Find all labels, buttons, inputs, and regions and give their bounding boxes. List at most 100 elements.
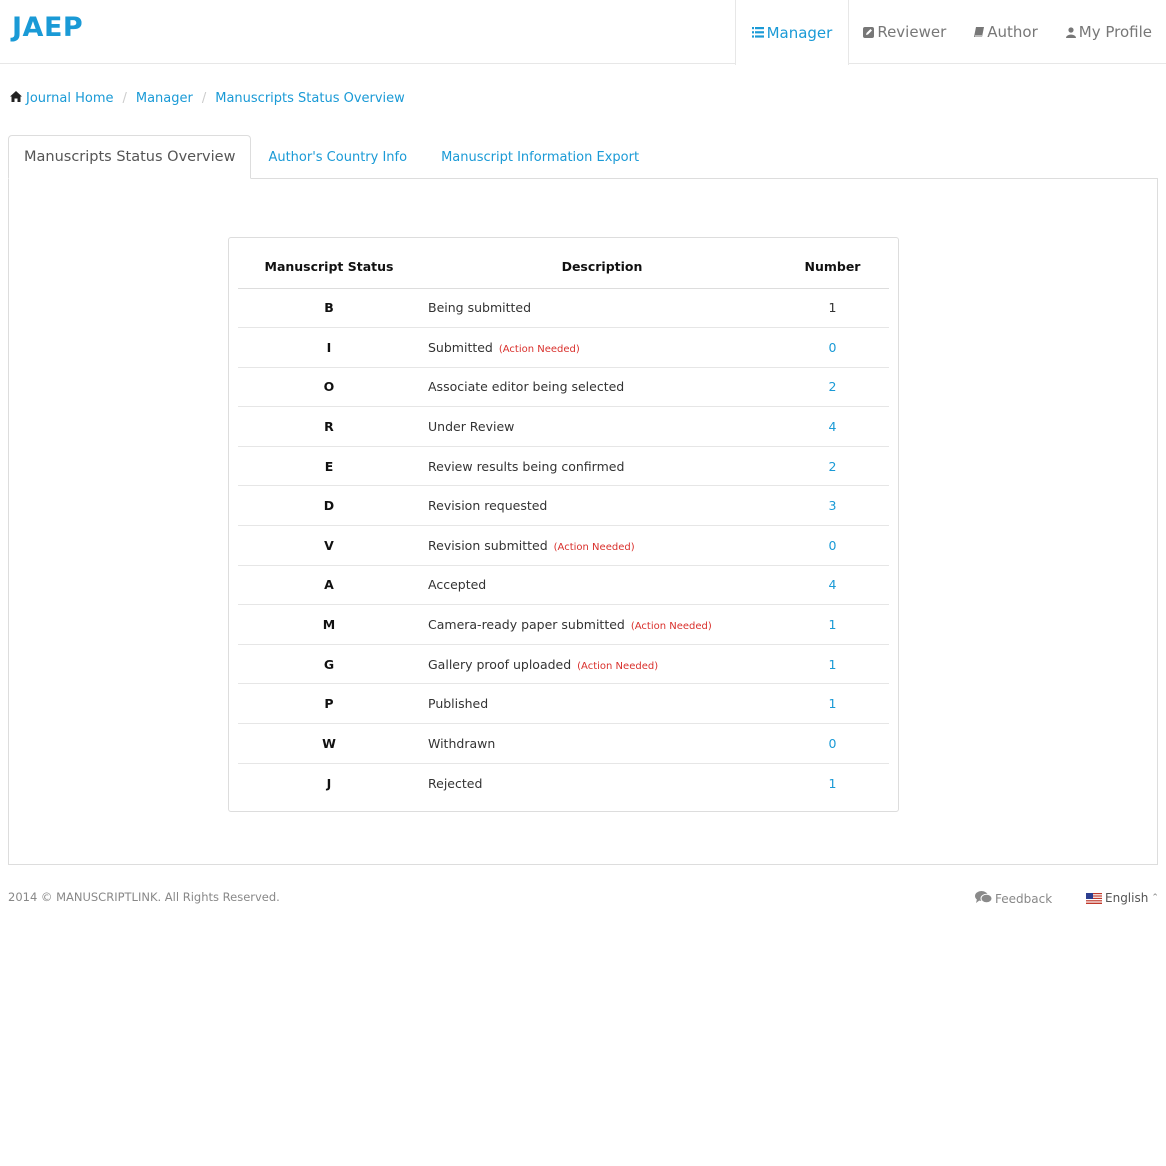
number-cell: 2 [776, 446, 889, 487]
breadcrumb: Journal Home / Manager / Manuscripts Sta… [10, 89, 405, 107]
number-cell: 0 [776, 723, 889, 764]
count-link[interactable]: 2 [829, 379, 837, 394]
breadcrumb-journal-home[interactable]: Journal Home [26, 91, 113, 106]
table-row: O Associate editor being selected 2 [238, 367, 889, 408]
status-code-cell: V [238, 525, 420, 566]
action-needed-label: (Action Needed) [630, 621, 712, 633]
breadcrumb-current-page[interactable]: Manuscripts Status Overview [215, 91, 405, 106]
status-code-cell: G [238, 644, 420, 685]
description-cell: Withdrawn [420, 723, 776, 764]
breadcrumb-separator: / [122, 90, 127, 106]
status-code-cell: J [326, 775, 332, 791]
description-text: Rejected [428, 775, 483, 791]
nav-item-author[interactable]: Author [960, 0, 1052, 64]
number-cell: 1 [776, 288, 889, 329]
count-link[interactable]: 1 [829, 696, 837, 711]
number-cell: 3 [776, 485, 889, 527]
number-cell: 4 [776, 565, 889, 606]
tab-authors-country-info[interactable]: Author's Country Info [251, 135, 424, 179]
table-row: A Accepted 4 [238, 565, 889, 606]
description-cell: Associate editor being selected [420, 367, 776, 408]
status-code-cell: A [238, 565, 420, 606]
number-cell: 1 [776, 604, 889, 645]
tab-content-panel: Manuscript Status Description Number B Be… [8, 178, 1158, 865]
nav-item-label: Reviewer [877, 23, 947, 41]
count-link[interactable]: 1 [829, 617, 837, 632]
column-header-number: Number [776, 246, 889, 289]
status-code-cell: D [238, 485, 420, 527]
description-text: Submitted [428, 339, 493, 355]
description-cell: Revision submitted (Action Needed) [420, 525, 776, 566]
nav-item-label: My Profile [1078, 23, 1152, 41]
description-text: Accepted [428, 577, 487, 593]
table-row: D Revision requested 3 [238, 485, 889, 527]
count-link[interactable]: 4 [829, 419, 837, 434]
table-row: I Submitted (Action Needed) 0 [238, 327, 889, 368]
table-row: E Review results being confirmed 2 [238, 446, 889, 487]
tab-manuscripts-status-overview[interactable]: Manuscripts Status Overview [8, 135, 252, 179]
count-link[interactable]: 2 [829, 459, 837, 474]
us-flag-icon [1086, 892, 1102, 904]
table-row: R Under Review 4 [238, 406, 889, 447]
table-row: W Withdrawn 0 [238, 723, 889, 764]
chevron-up-icon: ⌃ [1151, 893, 1159, 903]
action-needed-label: (Action Needed) [577, 660, 659, 672]
tab-bar: Manuscripts Status Overview Author's Cou… [8, 135, 656, 179]
description-text: Review results being confirmed [428, 458, 625, 474]
status-code-cell: O [238, 367, 420, 408]
nav-item-manager[interactable]: Manager [734, 0, 850, 65]
count-link[interactable]: 3 [829, 498, 837, 513]
manuscript-status-table: Manuscript Status Description Number B Be… [238, 246, 889, 803]
author-icon [974, 26, 985, 38]
status-code-cell: W [238, 723, 420, 764]
status-code-cell: M [238, 604, 420, 645]
table-row: J Rejected 1 [238, 763, 889, 803]
description-cell: Published [420, 683, 776, 725]
table-row: G Gallery proof uploaded (Action Needed) 1 [238, 644, 889, 685]
table-row: M Camera-ready paper submitted (Action Ne… [238, 604, 889, 645]
status-code-cell: E [238, 446, 420, 487]
number-cell: 0 [776, 525, 889, 566]
status-code-cell: B [238, 288, 420, 329]
breadcrumb-manager[interactable]: Manager [136, 91, 193, 106]
count-link[interactable]: 0 [829, 538, 837, 553]
description-text: Revision requested [428, 498, 548, 514]
status-code-cell: I [238, 327, 420, 368]
language-label: English [1105, 891, 1149, 905]
description-cell: Submitted (Action Needed) [420, 327, 776, 368]
table-row: V Revision submitted (Action Needed) 0 [238, 525, 889, 566]
description-cell: Review results being confirmed [420, 446, 776, 487]
description-cell: Rejected [420, 763, 776, 803]
number-cell: 2 [776, 367, 889, 408]
count-link[interactable]: 1 [829, 776, 837, 791]
count-link[interactable]: 0 [829, 340, 837, 355]
status-code-cell: R [238, 406, 420, 447]
table-row: B Being submitted 1 [238, 288, 889, 329]
breadcrumb-separator: / [201, 90, 207, 106]
number-cell: 1 [776, 763, 889, 803]
reviewer-icon [863, 26, 875, 38]
brand-logo[interactable]: JAEP [12, 12, 83, 43]
home-icon [10, 90, 22, 106]
description-text: Revision submitted [428, 537, 548, 553]
description-cell: Revision requested [420, 485, 776, 527]
nav-item-label: Author [987, 23, 1038, 41]
description-cell: Being submitted [420, 288, 776, 329]
table-row: P Published 1 [238, 683, 889, 725]
action-needed-label: (Action Needed) [498, 343, 580, 355]
nav-item-label: Manager [766, 23, 833, 42]
feedback-link[interactable]: Feedback [975, 891, 1052, 907]
nav-item-reviewer[interactable]: Reviewer [849, 0, 960, 64]
comments-icon [975, 891, 993, 907]
feedback-label: Feedback [995, 892, 1053, 906]
footer-copyright: 2014 © MANUSCRIPTLINK. All Rights Reserv… [8, 890, 280, 904]
description-text: Gallery proof uploaded [428, 656, 572, 672]
count-link[interactable]: 0 [829, 736, 837, 751]
tab-manuscript-information-export[interactable]: Manuscript Information Export [424, 135, 656, 179]
description-text: Associate editor being selected [428, 379, 625, 395]
description-text: Published [428, 696, 489, 712]
count-link[interactable]: 1 [829, 657, 837, 672]
count-link[interactable]: 4 [829, 577, 837, 592]
language-selector[interactable]: English ⌃ [1086, 891, 1159, 905]
nav-item-my-profile[interactable]: My Profile [1052, 0, 1166, 64]
